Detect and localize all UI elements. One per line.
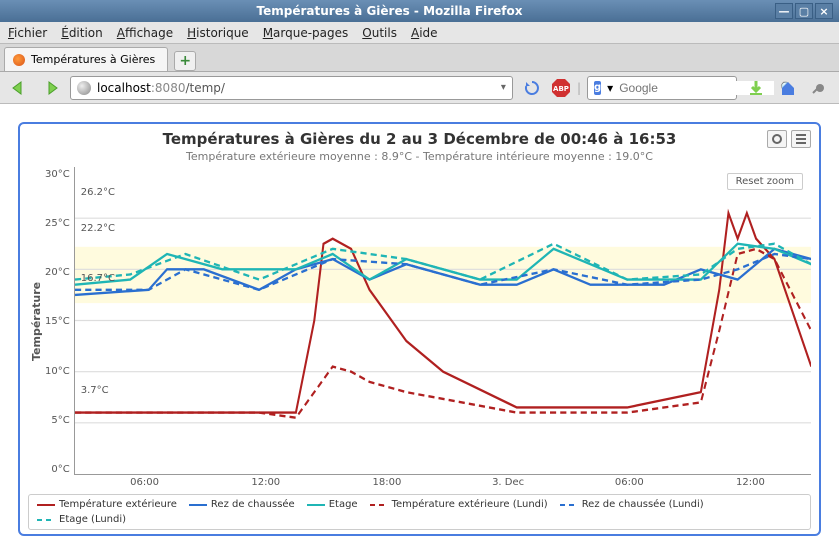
page-content: Températures à Gières du 2 au 3 Décembre… bbox=[0, 104, 839, 554]
forward-button[interactable] bbox=[38, 76, 64, 100]
chart-header: Températures à Gières du 2 au 3 Décembre… bbox=[28, 130, 811, 163]
back-button[interactable] bbox=[6, 76, 32, 100]
menu-file[interactable]: Fichier bbox=[8, 26, 47, 40]
y-axis-label: Température bbox=[28, 167, 45, 475]
url-dropdown-icon[interactable]: ▾ bbox=[501, 82, 506, 93]
close-button[interactable]: × bbox=[815, 3, 833, 19]
legend-item[interactable]: Rez de chaussée bbox=[189, 499, 295, 510]
chart-subtitle: Température extérieure moyenne : 8.9°C -… bbox=[28, 150, 811, 163]
menubar: Fichier Édition Affichage Historique Mar… bbox=[0, 22, 839, 44]
legend: Température extérieure Rez de chaussée Eta… bbox=[28, 494, 811, 530]
url-text: localhost:8080/temp/ bbox=[97, 81, 225, 95]
hamburger-icon bbox=[796, 134, 806, 144]
legend-label: Température extérieure bbox=[59, 499, 177, 510]
legend-swatch bbox=[189, 504, 207, 506]
menu-help[interactable]: Aide bbox=[411, 26, 438, 40]
legend-swatch bbox=[370, 504, 388, 506]
legend-item[interactable]: Température extérieure (Lundi) bbox=[370, 499, 548, 510]
plot-area: Température 30°C 25°C 20°C 15°C 10°C 5°C 0°C R… bbox=[28, 167, 811, 475]
annotation-min-outer: 3.7°C bbox=[81, 385, 109, 396]
legend-item[interactable]: Etage bbox=[307, 499, 358, 510]
legend-label: Etage (Lundi) bbox=[59, 514, 126, 525]
downloads-button[interactable] bbox=[743, 76, 769, 100]
chart-card: Températures à Gières du 2 au 3 Décembre… bbox=[18, 122, 821, 536]
legend-item[interactable]: Etage (Lundi) bbox=[37, 514, 126, 525]
addon-button[interactable] bbox=[807, 76, 833, 100]
window-title: Températures à Gières - Mozilla Firefox bbox=[6, 4, 773, 18]
x-tick: 06:00 bbox=[84, 477, 205, 488]
chart-title: Températures à Gières du 2 au 3 Décembre… bbox=[28, 130, 811, 148]
window-titlebar: Températures à Gières - Mozilla Firefox … bbox=[0, 0, 839, 22]
legend-swatch bbox=[560, 504, 578, 506]
legend-swatch bbox=[37, 504, 55, 506]
home-button[interactable] bbox=[775, 76, 801, 100]
y-tick: 15°C bbox=[45, 316, 70, 327]
y-tick: 25°C bbox=[45, 218, 70, 229]
chart-tool-menu[interactable] bbox=[791, 130, 811, 148]
legend-label: Rez de chaussée (Lundi) bbox=[582, 499, 704, 510]
x-tick: 12:00 bbox=[690, 477, 811, 488]
favicon-icon bbox=[13, 54, 25, 66]
y-tick: 10°C bbox=[45, 366, 70, 377]
legend-label: Température extérieure (Lundi) bbox=[392, 499, 548, 510]
tab-label: Températures à Gières bbox=[31, 53, 155, 66]
y-tick: 30°C bbox=[45, 169, 70, 180]
globe-icon bbox=[77, 81, 91, 95]
maximize-button[interactable]: ▢ bbox=[795, 3, 813, 19]
annotation-max-outer: 26.2°C bbox=[81, 187, 115, 198]
menu-view[interactable]: Affichage bbox=[117, 26, 173, 40]
minimize-button[interactable]: — bbox=[775, 3, 793, 19]
y-tick: 20°C bbox=[45, 267, 70, 278]
annotation-band-bottom: 16.7°C bbox=[81, 273, 115, 284]
search-engine-dropdown[interactable]: ▾ bbox=[607, 81, 613, 95]
y-axis: 30°C 25°C 20°C 15°C 10°C 5°C 0°C bbox=[45, 167, 74, 475]
reload-button[interactable] bbox=[519, 76, 545, 100]
circle-icon bbox=[772, 134, 782, 144]
menu-bookmarks[interactable]: Marque-pages bbox=[263, 26, 349, 40]
y-tick: 5°C bbox=[51, 415, 69, 426]
chart-tool-pan[interactable] bbox=[767, 130, 787, 148]
legend-label: Etage bbox=[329, 499, 358, 510]
x-axis: 06:0012:0018:003. Dec06:0012:00 bbox=[28, 477, 811, 488]
x-tick: 3. Dec bbox=[448, 477, 569, 488]
adblock-icon[interactable]: ABP bbox=[551, 78, 571, 98]
menu-history[interactable]: Historique bbox=[187, 26, 249, 40]
x-tick: 18:00 bbox=[326, 477, 447, 488]
svg-text:ABP: ABP bbox=[553, 85, 569, 93]
new-tab-button[interactable]: + bbox=[174, 51, 196, 71]
reset-zoom-button[interactable]: Reset zoom bbox=[727, 173, 803, 190]
legend-swatch bbox=[307, 504, 325, 506]
google-icon: g bbox=[594, 81, 601, 95]
legend-item[interactable]: Température extérieure bbox=[37, 499, 177, 510]
legend-swatch bbox=[37, 519, 55, 521]
url-box[interactable]: localhost:8080/temp/ ▾ bbox=[70, 76, 513, 100]
tab-active[interactable]: Températures à Gières bbox=[4, 47, 168, 71]
tabbar: Températures à Gières + bbox=[0, 44, 839, 72]
plot[interactable]: Reset zoom 26.2°C 22.2°C 16.7°C 3.7°C bbox=[74, 167, 811, 475]
menu-edit[interactable]: Édition bbox=[61, 26, 103, 40]
menu-tools[interactable]: Outils bbox=[362, 26, 397, 40]
annotation-band-top: 22.2°C bbox=[81, 223, 115, 234]
x-tick: 12:00 bbox=[205, 477, 326, 488]
legend-label: Rez de chaussée bbox=[211, 499, 295, 510]
navbar: localhost:8080/temp/ ▾ ABP | g ▾ 🔍 bbox=[0, 72, 839, 104]
x-tick: 06:00 bbox=[569, 477, 690, 488]
search-box[interactable]: g ▾ 🔍 bbox=[587, 76, 737, 100]
y-tick: 0°C bbox=[51, 464, 69, 475]
legend-item[interactable]: Rez de chaussée (Lundi) bbox=[560, 499, 704, 510]
